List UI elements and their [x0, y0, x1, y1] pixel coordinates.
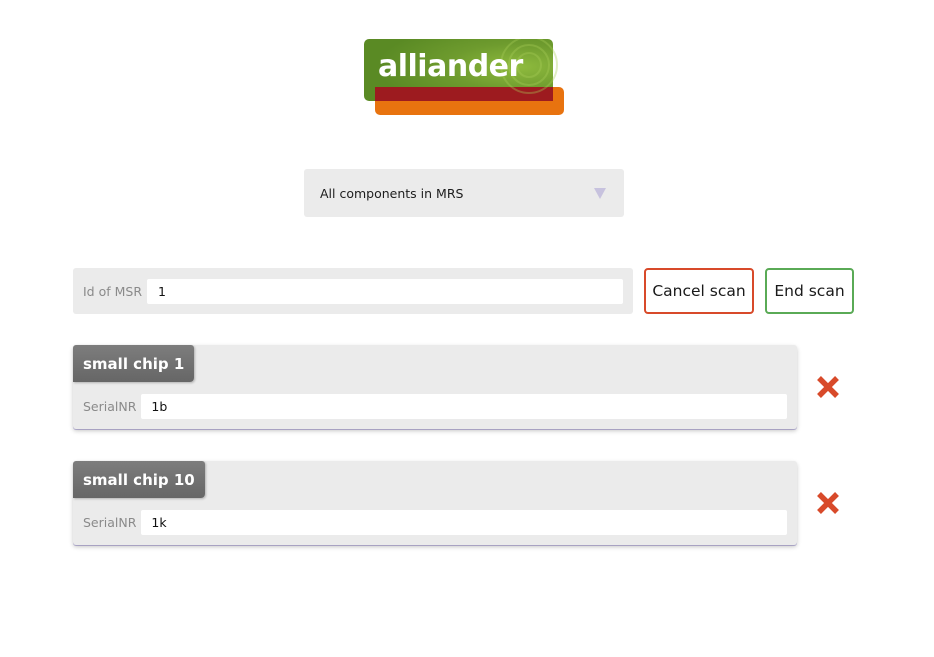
serial-input[interactable]: 1k: [141, 510, 787, 535]
component-card: small chip 1 SerialNR 1b: [73, 345, 797, 429]
component-card: small chip 10 SerialNR 1k: [73, 461, 797, 545]
serial-row: SerialNR 1k: [83, 510, 787, 535]
scan-page: alliander All components in MRS Id of MS…: [0, 0, 934, 657]
remove-component-button[interactable]: [815, 374, 841, 400]
end-scan-button[interactable]: End scan: [765, 268, 854, 314]
serial-input[interactable]: 1b: [141, 394, 787, 419]
serial-label: SerialNR: [83, 515, 137, 530]
remove-component-button[interactable]: [815, 490, 841, 516]
msr-id-input[interactable]: 1: [147, 278, 623, 304]
select-value: All components in MRS: [320, 185, 464, 201]
msr-id-group: Id of MSR 1: [73, 268, 633, 314]
chevron-down-icon: [594, 187, 606, 199]
component-title: small chip 1: [73, 345, 195, 382]
component-title: small chip 10: [73, 461, 205, 498]
msr-id-label: Id of MSR: [83, 283, 143, 299]
serial-row: SerialNR 1b: [83, 394, 787, 419]
serial-label: SerialNR: [83, 399, 137, 414]
close-icon: [817, 376, 839, 398]
component-filter-select[interactable]: All components in MRS: [304, 169, 624, 217]
logo-wordmark: alliander: [378, 49, 524, 84]
alliander-logo: alliander: [364, 39, 565, 116]
cancel-scan-button[interactable]: Cancel scan: [644, 268, 754, 314]
close-icon: [817, 492, 839, 514]
